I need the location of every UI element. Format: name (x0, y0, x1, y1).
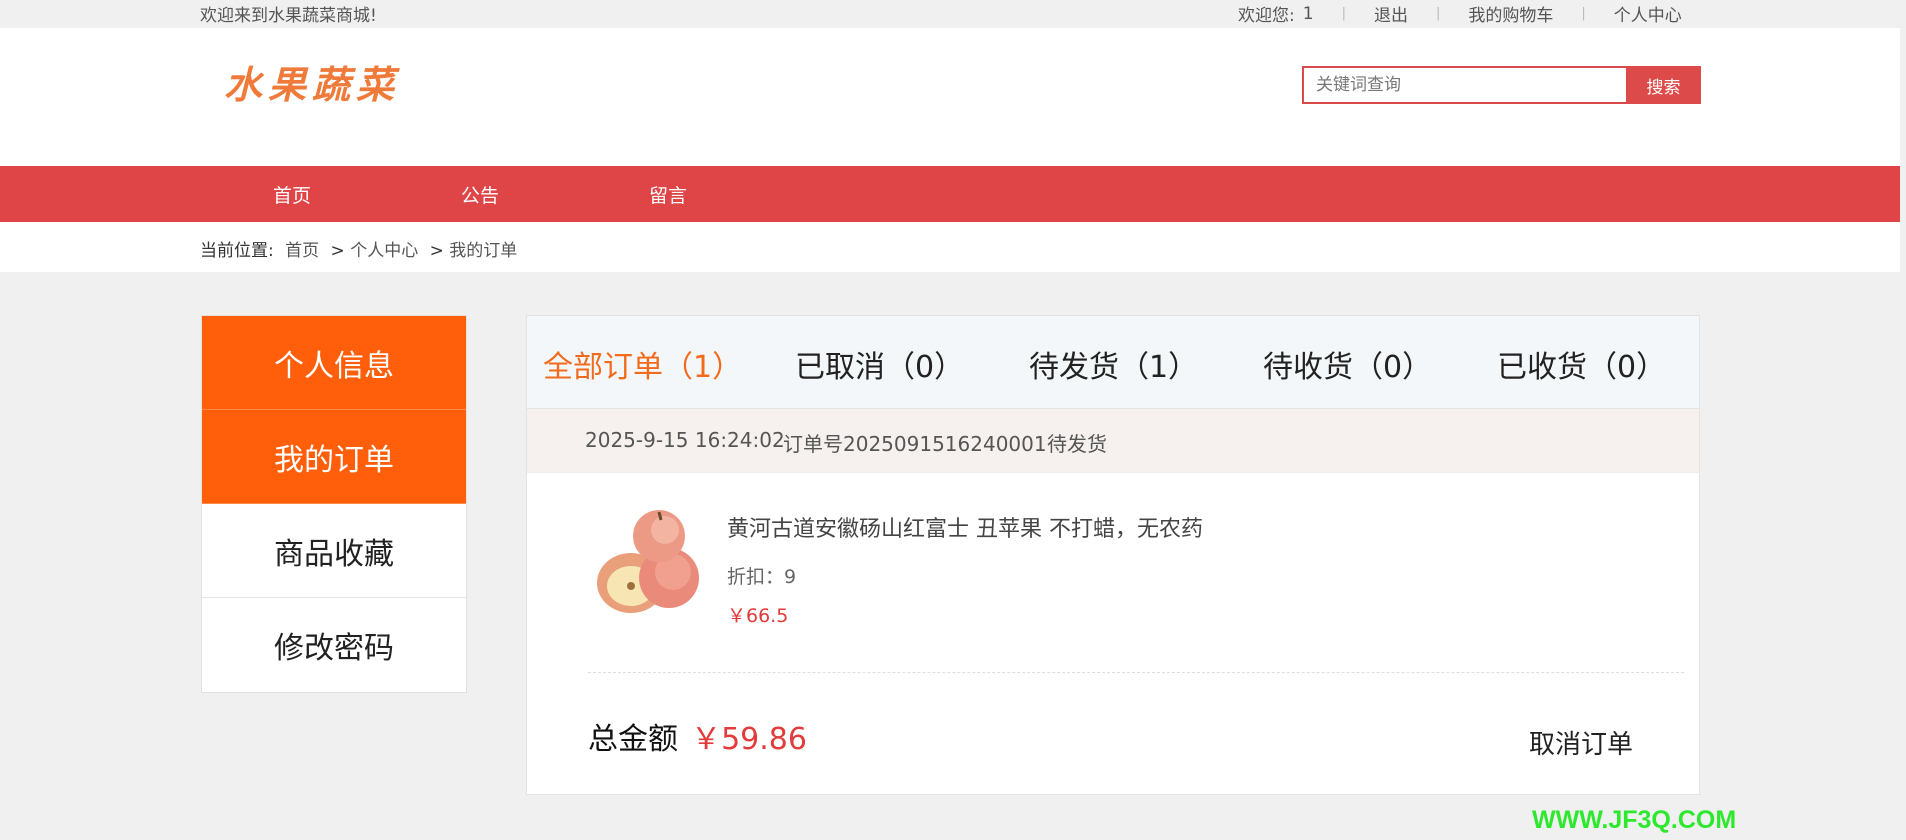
total-label: 总金额 (588, 722, 678, 757)
separator: | (1341, 6, 1346, 21)
sidebar-item-orders[interactable]: 我的订单 (202, 410, 466, 504)
sidebar-item-password[interactable]: 修改密码 (202, 598, 466, 692)
order-number: 订单号2025091516240001 (783, 432, 1047, 456)
separator: | (1435, 6, 1441, 21)
user-name: 1 (1302, 3, 1314, 24)
user-greeting-label: 欢迎您: (1238, 6, 1295, 26)
logout-link[interactable]: 退出 (1374, 1, 1408, 26)
divider (588, 672, 1684, 673)
order-datetime: 2025-9-15 16:24:02 (585, 428, 785, 452)
nav-item-message[interactable]: 留言 (649, 181, 687, 208)
breadcrumb-sep: > (429, 241, 444, 261)
tab-all-orders[interactable]: 全部订单（1） (543, 342, 742, 386)
orders-panel: 全部订单（1） 已取消（0） 待发货（1） 待收货（0） 已收货（0） 2025… (526, 315, 1700, 795)
separator: | (1581, 6, 1586, 21)
header: 水果蔬菜 搜索 (0, 28, 1900, 166)
product-discount: 折扣：9 (727, 566, 797, 588)
site-logo[interactable]: 水果蔬菜 (224, 54, 400, 109)
nav-item-notice[interactable]: 公告 (461, 181, 499, 208)
top-bar: 欢迎来到水果蔬菜商城! 欢迎您: 1 | 退出 | 我的购物车 | 个人中心 (0, 0, 1906, 28)
order-header: 2025-9-15 16:24:02 订单号2025091516240001 待… (527, 409, 1699, 473)
main-nav: 首页 公告 留言 (0, 166, 1900, 222)
user-sidebar: 个人信息 我的订单 商品收藏 修改密码 (201, 315, 467, 693)
sidebar-item-profile[interactable]: 个人信息 (202, 316, 466, 410)
top-links: 欢迎您: 1 | 退出 | 我的购物车 | 个人中心 (1238, 1, 1682, 27)
welcome-text: 欢迎来到水果蔬菜商城! (200, 6, 377, 26)
product-image[interactable] (587, 508, 709, 618)
watermark: WWW.JF3Q.COM (1532, 806, 1737, 834)
search-input[interactable] (1302, 66, 1626, 104)
tab-cancelled[interactable]: 已取消（0） (795, 342, 964, 386)
cart-link[interactable]: 我的购物车 (1468, 1, 1553, 26)
sidebar-item-favorites[interactable]: 商品收藏 (202, 504, 466, 598)
order-total: 总金额 ￥59.86 (588, 714, 807, 758)
tab-pending-shipment[interactable]: 待发货（1） (1029, 342, 1198, 386)
breadcrumb-label: 当前位置: (200, 241, 274, 261)
order-status: 待发货 (1047, 432, 1107, 456)
total-value: ￥59.86 (691, 722, 807, 757)
user-center-link[interactable]: 个人中心 (1614, 1, 1682, 26)
search-button[interactable]: 搜索 (1626, 66, 1701, 104)
breadcrumb-current: 我的订单 (449, 241, 518, 261)
product-price: ￥66.5 (727, 605, 789, 627)
breadcrumb-bar: 当前位置: 首页 > 个人中心 > 我的订单 (0, 222, 1900, 272)
product-name[interactable]: 黄河古道安徽砀山红富士 丑苹果 不打蜡，无农药 (727, 511, 1203, 543)
tab-pending-receipt[interactable]: 待收货（0） (1263, 342, 1432, 386)
breadcrumb: 当前位置: 首页 > 个人中心 > 我的订单 (200, 236, 517, 261)
breadcrumb-user-center[interactable]: 个人中心 (350, 241, 418, 261)
breadcrumb-sep: > (330, 241, 345, 261)
cancel-order-button[interactable]: 取消订单 (1529, 724, 1633, 761)
search-bar: 搜索 (1302, 66, 1701, 104)
nav-item-home[interactable]: 首页 (273, 181, 311, 208)
order-tabs: 全部订单（1） 已取消（0） 待发货（1） 待收货（0） 已收货（0） (527, 316, 1699, 409)
breadcrumb-home[interactable]: 首页 (285, 241, 319, 261)
tab-received[interactable]: 已收货（0） (1497, 342, 1666, 386)
